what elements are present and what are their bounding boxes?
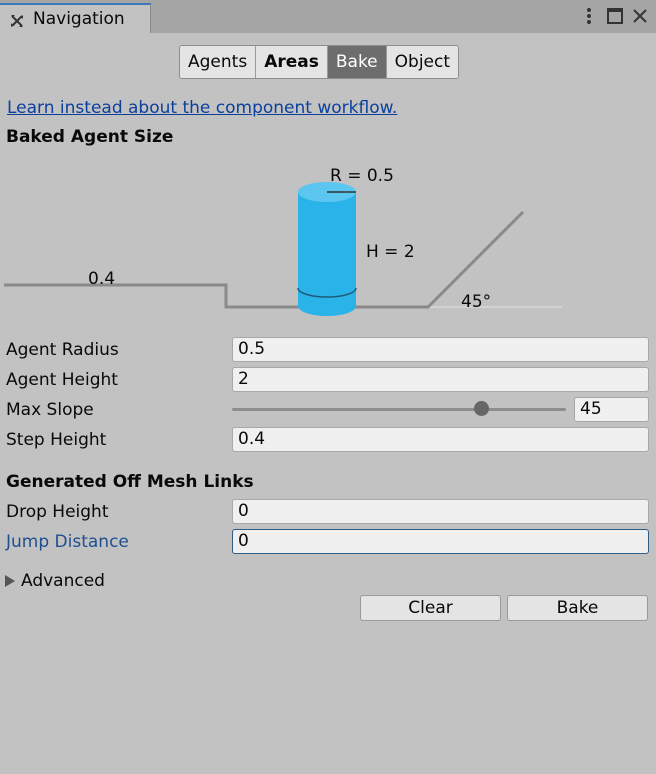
bake-button[interactable]: Bake <box>507 595 648 621</box>
step-height-field[interactable]: 0.4 <box>232 427 649 452</box>
agent-radius-field[interactable]: 0.5 <box>232 337 649 362</box>
navigation-icon <box>11 15 23 27</box>
window-titlebar: Navigation <box>0 0 656 33</box>
advanced-label: Advanced <box>21 571 105 591</box>
agent-cylinder-body <box>298 192 356 306</box>
terrain-profile <box>4 210 525 309</box>
foldout-arrow-icon <box>5 575 15 587</box>
max-slope-slider-track[interactable] <box>232 408 566 411</box>
agent-radius-label: Agent Radius <box>6 340 119 360</box>
slope-label: 45° <box>461 292 491 312</box>
off-mesh-links-heading: Generated Off Mesh Links <box>6 472 254 492</box>
drop-height-field[interactable]: 0 <box>232 499 649 524</box>
maximize-icon[interactable] <box>605 6 625 26</box>
window-title: Navigation <box>33 9 125 29</box>
max-slope-field[interactable]: 45 <box>574 397 649 422</box>
radius-label: R = 0.5 <box>330 166 394 186</box>
navigation-tab-bar: Agents Areas Bake Object <box>179 45 460 79</box>
tab-object[interactable]: Object <box>386 46 459 78</box>
tab-areas[interactable]: Areas <box>256 46 328 78</box>
agent-size-diagram: R = 0.5 H = 2 0.4 45° <box>4 166 562 316</box>
advanced-foldout[interactable]: Advanced <box>5 571 105 591</box>
agent-height-field[interactable]: 2 <box>232 367 649 392</box>
step-label: 0.4 <box>88 269 115 289</box>
component-workflow-link[interactable]: Learn instead about the component workfl… <box>7 98 397 118</box>
max-slope-label: Max Slope <box>6 400 94 420</box>
baked-agent-size-heading: Baked Agent Size <box>6 127 174 147</box>
jump-distance-label: Jump Distance <box>6 532 129 552</box>
kebab-menu-icon[interactable] <box>579 6 599 26</box>
max-slope-slider-thumb[interactable] <box>473 401 489 416</box>
close-icon[interactable] <box>630 6 650 26</box>
agent-cylinder-bottom <box>298 296 356 316</box>
navigation-window-tab[interactable]: Navigation <box>0 3 151 33</box>
height-label: H = 2 <box>366 242 415 262</box>
tab-bake[interactable]: Bake <box>327 46 387 78</box>
clear-button[interactable]: Clear <box>360 595 501 621</box>
agent-height-label: Agent Height <box>6 370 118 390</box>
drop-height-label: Drop Height <box>6 502 109 522</box>
tab-agents[interactable]: Agents <box>180 46 257 78</box>
step-height-label: Step Height <box>6 430 107 450</box>
jump-distance-field[interactable]: 0 <box>232 529 649 554</box>
